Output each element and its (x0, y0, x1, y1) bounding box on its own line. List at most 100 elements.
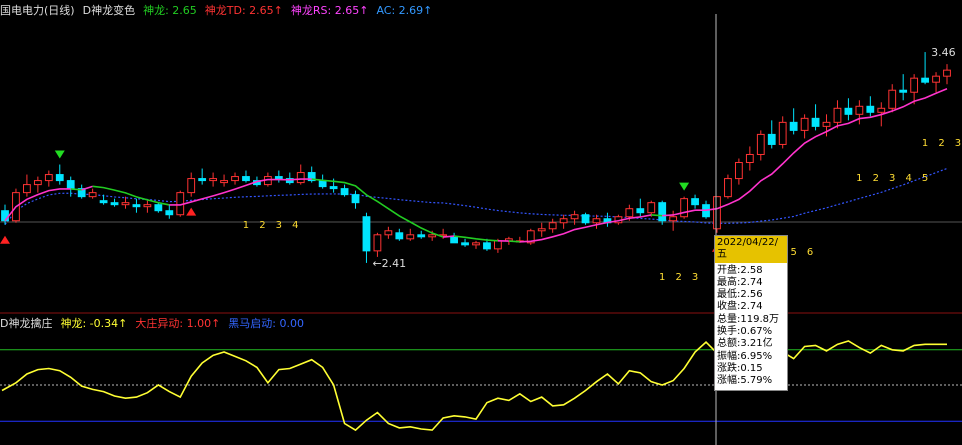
candle-body (23, 184, 31, 194)
candle-body (44, 174, 53, 182)
candle-body (581, 214, 590, 224)
count-label: 5 (922, 173, 928, 184)
candle-body (680, 198, 689, 218)
price-annotation: ←2.41 (372, 257, 406, 270)
candle-body (88, 192, 97, 198)
candle-body (877, 107, 886, 113)
candlestick-series[interactable] (1, 52, 951, 263)
tooltip-row: 换手:0.67% (717, 326, 773, 338)
tooltip-date: 2022/04/22/五 (715, 236, 787, 263)
candle-body (833, 107, 842, 123)
candle-body (66, 180, 75, 190)
sub-indicator-values: 神龙: -0.34↑ 大庄异动: 1.00↑ 黑马启动: 0.00 (60, 317, 312, 330)
candle-body (165, 210, 174, 216)
sub-indicator-value-1: 大庄异动: 1.00↑ (135, 317, 221, 330)
lower-panel (0, 339, 962, 432)
ma-line-layer (4, 87, 948, 243)
count-label: 3 (955, 138, 961, 149)
candle-body (220, 180, 228, 184)
signal-down-triangle (679, 182, 690, 191)
ma-line-segment (70, 188, 82, 191)
count-label: 4 (292, 220, 298, 231)
count-label: 5 (790, 247, 796, 258)
tooltip-row: 总额:3.21亿 (717, 338, 773, 350)
count-label: 6 (807, 247, 813, 258)
count-label: 2 (259, 220, 265, 231)
candle-body (800, 117, 809, 131)
candle-body (1, 210, 9, 222)
count-label: 2 (873, 173, 879, 184)
candle-body (373, 234, 382, 252)
candle-body (450, 236, 458, 244)
signal-up-triangle (186, 207, 197, 216)
ma-line-segment (508, 240, 520, 243)
signal-up-triangle (0, 235, 10, 244)
count-label: 1 (922, 138, 928, 149)
candle-body (231, 176, 239, 182)
count-label: 2 (675, 272, 681, 283)
candle-body (548, 222, 557, 230)
tooltip-row: 总量:119.8万 (717, 313, 779, 325)
candle-body (461, 242, 469, 246)
indicator-value-2: 神龙RS: 2.65↑ (290, 4, 369, 17)
top-indicator-header: 国电电力(日线) D神龙变色 神龙: 2.65 神龙TD: 2.65↑ 神龙RS: 2.… (0, 4, 448, 18)
tooltip-row: 最高:2.74 (717, 276, 763, 288)
candle-body (187, 178, 196, 194)
candle-body (789, 121, 798, 131)
candle-body (691, 198, 699, 206)
candle-body (822, 121, 831, 127)
chart-stage[interactable]: ←2.413.461 2 3 41 2 35 61 2 3 4 51 2 3 (0, 0, 962, 445)
candle-body (99, 200, 108, 204)
count-label: 1 (243, 220, 249, 231)
candle-body (351, 194, 360, 204)
candle-body (734, 162, 743, 180)
candle-body (943, 69, 951, 77)
candle-body (855, 105, 864, 115)
candle-body (494, 240, 502, 250)
candle-body (844, 107, 853, 115)
candle-body (778, 121, 787, 145)
candle-body (713, 196, 721, 230)
candle-body (121, 202, 130, 206)
candle-body (242, 176, 250, 182)
indicator-value-1: 神龙TD: 2.65↑ (204, 4, 283, 17)
sub-indicator-name: D神龙擒庄 (0, 317, 53, 330)
sub-indicator-value-0: 神龙: -0.34↑ (60, 317, 128, 330)
candle-body (767, 133, 776, 145)
candle-body (33, 180, 42, 186)
upper-panel (0, 221, 962, 314)
stock-title: 国电电力(日线) (0, 4, 75, 17)
ma-line-segment (443, 235, 455, 238)
candle-body (417, 234, 426, 238)
candle-body (198, 178, 207, 182)
count-label: 3 (692, 272, 698, 283)
candle-body (110, 202, 119, 206)
candle-body (625, 208, 634, 218)
candle-body (384, 230, 393, 236)
candle-body (362, 216, 371, 252)
candle-body (932, 75, 940, 83)
sub-indicator-value-2: 黑马启动: 0.00 (228, 317, 304, 330)
ohlc-tooltip: 2022/04/22/五 开盘:2.58 最高:2.74 最低:2.56 收盘:2.7… (714, 235, 788, 391)
candle-body (592, 218, 601, 224)
tooltip-row: 振幅:6.95% (717, 350, 773, 362)
indicator-value-3: AC: 2.69↑ (376, 4, 433, 17)
candle-body (910, 77, 919, 93)
candle-body (318, 180, 327, 188)
candle-body (658, 202, 667, 222)
tooltip-rows: 开盘:2.58 最高:2.74 最低:2.56 收盘:2.74 总量:119.8万 换手:… (717, 265, 787, 388)
avg-line-layer (4, 167, 948, 225)
candle-body (154, 204, 163, 212)
indicator-value-0: 神龙: 2.65 (143, 4, 197, 17)
ma-line-segment (651, 214, 663, 217)
candle-body (537, 228, 546, 232)
candle-body (669, 216, 678, 222)
tooltip-row: 最低:2.56 (717, 289, 763, 301)
indicator-values: 神龙: 2.65 神龙TD: 2.65↑ 神龙RS: 2.65↑ AC: 2.69↑ (143, 4, 440, 17)
tooltip-row: 涨跌:0.15 (717, 362, 763, 374)
annotation-layer: ←2.413.461 2 3 41 2 35 61 2 3 4 51 2 3 (243, 46, 961, 283)
signal-down-triangle (54, 150, 65, 159)
candle-body (472, 242, 480, 246)
candle-body (406, 234, 415, 240)
candle-body (647, 202, 656, 214)
